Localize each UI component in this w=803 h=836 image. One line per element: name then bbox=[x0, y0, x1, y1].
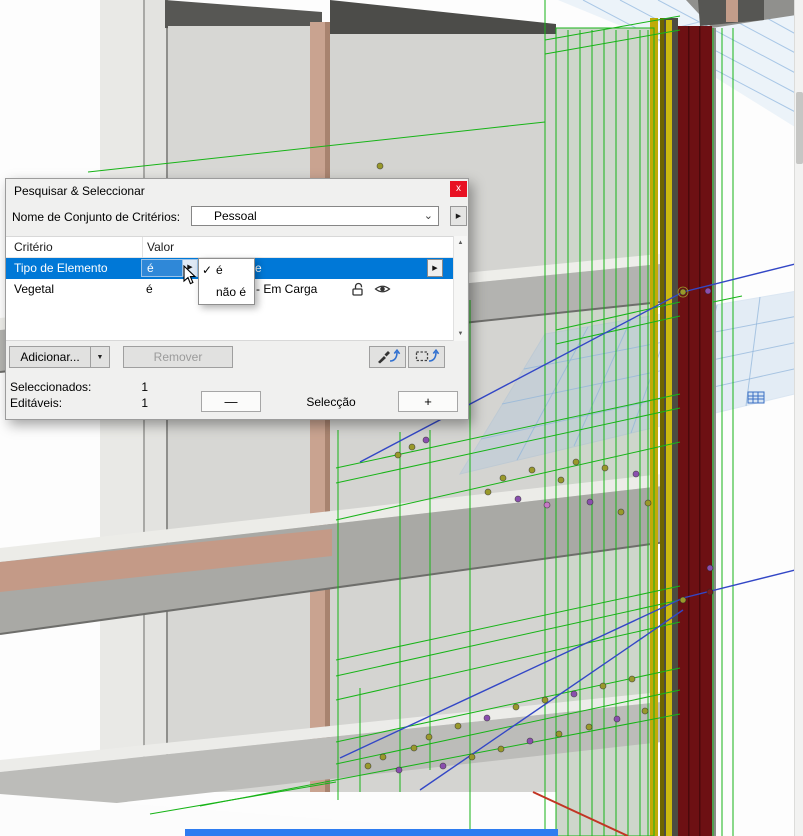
viewport-vscrollbar-thumb[interactable] bbox=[796, 92, 803, 164]
table-scrollbar[interactable]: ▲ ▼ bbox=[453, 236, 467, 341]
unlock-icon bbox=[350, 281, 366, 300]
menu-item-label: não é bbox=[216, 285, 246, 299]
criteria-set-label: Nome de Conjunto de Critérios: bbox=[12, 210, 180, 224]
right-arrow-icon: ▶ bbox=[432, 265, 437, 272]
scroll-up-icon[interactable]: ▲ bbox=[454, 240, 467, 246]
criterion-cell: Vegetal bbox=[14, 282, 54, 296]
dialog-title: Pesquisar & Seleccionar bbox=[14, 184, 145, 198]
marquee-select-button[interactable] bbox=[408, 346, 445, 368]
menu-item-label: é bbox=[216, 263, 223, 277]
criteria-set-value: Pessoal bbox=[214, 209, 257, 223]
column-divider bbox=[142, 237, 143, 258]
column-header-criterio: Critério bbox=[14, 240, 53, 254]
operator-dropdown-button[interactable]: ▶ bbox=[182, 260, 197, 276]
menu-item-nao-e[interactable]: não é bbox=[199, 281, 254, 303]
check-icon: ✓ bbox=[202, 259, 212, 281]
table-header: Critério Valor bbox=[6, 237, 453, 258]
operator-combobox[interactable]: é ▶ bbox=[141, 259, 198, 277]
marquee-icon bbox=[414, 348, 440, 364]
right-arrow-icon: ▶ bbox=[187, 264, 192, 271]
chevron-down-icon: ⌄ bbox=[424, 208, 433, 224]
selected-label: Seleccionados: bbox=[10, 380, 91, 394]
row-flyout-button[interactable]: ▶ bbox=[427, 259, 443, 277]
value-fragment: e bbox=[255, 261, 262, 275]
scroll-down-icon[interactable]: ▼ bbox=[454, 331, 467, 337]
editable-value: 1 bbox=[124, 396, 148, 410]
remove-button[interactable]: Remover bbox=[123, 346, 233, 368]
operator-value: é bbox=[147, 261, 154, 275]
operator-value: é bbox=[146, 282, 153, 296]
bottom-blue-bar bbox=[185, 829, 558, 836]
selection-label: Selecção bbox=[264, 395, 398, 409]
close-button[interactable]: x bbox=[450, 181, 467, 197]
dropdown-arrow-icon: ▼ bbox=[97, 354, 104, 361]
deselect-button[interactable]: — bbox=[201, 391, 261, 412]
grid-symbol-icon bbox=[748, 392, 764, 403]
criterion-cell: Tipo de Elemento bbox=[14, 261, 108, 275]
add-dropdown-button[interactable]: ▼ bbox=[90, 346, 110, 368]
menu-item-e[interactable]: ✓ é bbox=[199, 259, 254, 281]
find-select-dialog: Pesquisar & Seleccionar x Nome de Conjun… bbox=[5, 178, 469, 420]
viewport-vscrollbar[interactable] bbox=[794, 0, 803, 836]
right-arrow-icon: ▶ bbox=[456, 213, 461, 220]
column-header-valor: Valor bbox=[147, 240, 174, 254]
value-cell: - Em Carga bbox=[256, 282, 317, 296]
eyedropper-select-button[interactable] bbox=[369, 346, 406, 368]
criteria-set-combobox[interactable]: Pessoal ⌄ bbox=[191, 206, 439, 226]
select-button[interactable]: + bbox=[398, 391, 458, 412]
eyedropper-icon bbox=[375, 348, 401, 364]
add-button[interactable]: Adicionar... bbox=[9, 346, 91, 368]
editable-label: Editáveis: bbox=[10, 396, 62, 410]
operator-dropdown-menu: ✓ é não é bbox=[198, 258, 255, 305]
criteria-set-flyout-button[interactable]: ▶ bbox=[450, 206, 467, 226]
archicad-window: Pesquisar & Seleccionar x Nome de Conjun… bbox=[0, 0, 803, 836]
eye-icon bbox=[374, 281, 391, 300]
selected-value: 1 bbox=[124, 380, 148, 394]
